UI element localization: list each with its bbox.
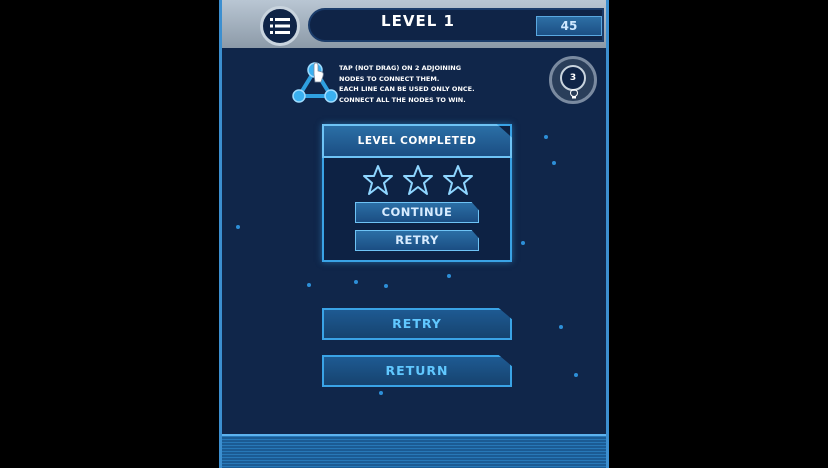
background-dot (559, 325, 563, 329)
background-dot (574, 373, 578, 377)
background-dot (447, 274, 451, 278)
background-dot (552, 161, 556, 165)
background-dot (544, 135, 548, 139)
score-display: 45 (536, 16, 602, 36)
background-dot (379, 391, 383, 395)
star-rating (362, 164, 474, 198)
star-empty-icon (443, 165, 473, 195)
instructions-text: TAP (NOT DRAG) ON 2 ADJOINING NODES TO C… (339, 63, 524, 105)
star-empty-icon (363, 165, 393, 195)
instruction-line: EACH LINE CAN BE USED ONLY ONCE. (339, 85, 475, 93)
level-title: LEVEL 1 (381, 12, 455, 30)
triangle-nodes-tap-icon (292, 62, 338, 103)
lightbulb-icon (570, 89, 578, 99)
retry-button[interactable]: RETRY (322, 308, 512, 340)
continue-button[interactable]: CONTINUE (355, 202, 479, 223)
background-dot (307, 283, 311, 287)
menu-button[interactable] (260, 6, 300, 46)
screen-background: LEVEL 1 45 TAP (NOT DRAG) ON 2 ADJOINING… (0, 0, 828, 468)
instruction-line: CONNECT ALL THE NODES TO WIN. (339, 95, 466, 104)
top-bar: LEVEL 1 45 (222, 0, 606, 48)
instruction-line: NODES TO CONNECT THEM. (339, 74, 440, 83)
background-dot (521, 241, 525, 245)
bottom-bar (222, 434, 606, 468)
background-dot (236, 225, 240, 229)
background-dot (354, 280, 358, 284)
hint-count: 3 (560, 65, 586, 91)
return-button[interactable]: RETURN (322, 355, 512, 387)
star-empty-icon (403, 165, 433, 195)
hint-button[interactable]: 3 (549, 56, 597, 104)
background-dot (384, 284, 388, 288)
game-area: LEVEL 1 45 TAP (NOT DRAG) ON 2 ADJOINING… (219, 0, 609, 468)
list-menu-icon (270, 18, 290, 34)
level-completed-dialog: LEVEL COMPLETED CONTINUE RETRY (322, 124, 512, 262)
instruction-line: TAP (NOT DRAG) ON 2 ADJOINING (339, 64, 462, 72)
dialog-retry-button[interactable]: RETRY (355, 230, 479, 251)
dialog-title: LEVEL COMPLETED (322, 124, 512, 158)
